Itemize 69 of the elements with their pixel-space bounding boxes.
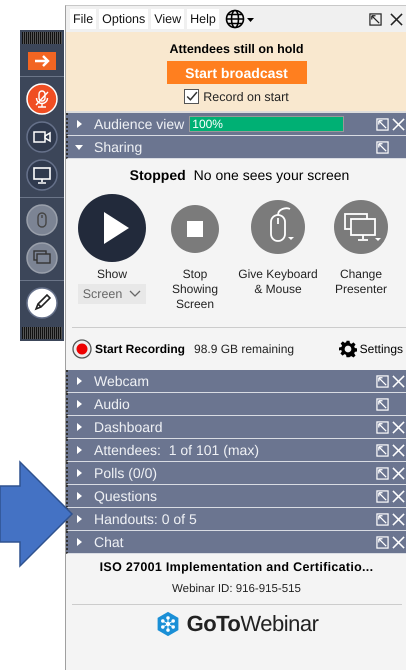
- screen-dropdown[interactable]: Screen: [78, 284, 146, 304]
- panel-header[interactable]: Audio: [66, 393, 406, 416]
- camera-icon[interactable]: [26, 121, 58, 153]
- settings-icon[interactable]: [338, 340, 357, 358]
- mouse-button[interactable]: [250, 199, 306, 255]
- menu-item[interactable]: Options: [99, 9, 148, 29]
- grip-icon[interactable]: [22, 32, 62, 44]
- storage-remaining: 98.9 GB remaining: [194, 342, 294, 356]
- globe-icon[interactable]: [224, 9, 255, 29]
- status-label: Stopped: [130, 167, 186, 183]
- record-button[interactable]: [72, 339, 92, 359]
- status-message: No one sees your screen: [194, 167, 350, 183]
- checkbox-label: Record on start: [203, 90, 289, 104]
- action-label: Stop Showing Screen: [170, 267, 220, 312]
- panel-header[interactable]: Polls (0/0): [66, 462, 406, 485]
- undock-icon[interactable]: [369, 12, 382, 26]
- panel-header[interactable]: Sharing: [66, 136, 406, 159]
- action-label: Give Keyboard & Mouse: [238, 267, 318, 297]
- panel-header[interactable]: Dashboard: [66, 416, 406, 439]
- product-logo: GoToWebinar: [186, 611, 318, 637]
- webinar-id: Webinar ID: 916-915-515: [172, 583, 301, 595]
- panel-title: Attendees: 1 of 101 (max): [94, 442, 259, 458]
- expand-icon[interactable]: [74, 119, 84, 129]
- muted-microphone-icon[interactable]: [26, 83, 58, 115]
- expand-icon[interactable]: [74, 514, 84, 524]
- menu-item[interactable]: File: [70, 9, 96, 29]
- panel-title: Dashboard: [94, 419, 162, 435]
- panel-title: Chat: [94, 534, 124, 550]
- panel-header[interactable]: Handouts: 0 of 5: [66, 508, 406, 531]
- chevron-down-icon[interactable]: [129, 290, 142, 298]
- close-icon[interactable]: [390, 12, 403, 26]
- panel-header[interactable]: Chat: [66, 531, 406, 554]
- panel-title: Audio: [94, 396, 130, 412]
- panel-title: Questions: [94, 488, 158, 504]
- expand-icon[interactable]: [74, 376, 84, 386]
- expand-icon[interactable]: [74, 491, 84, 501]
- start-broadcast-button[interactable]: Start broadcast: [166, 61, 306, 84]
- stop-button[interactable]: [170, 204, 220, 254]
- monitor-icon[interactable]: [26, 159, 58, 191]
- expand-icon[interactable]: [74, 537, 84, 547]
- checkbox[interactable]: [184, 89, 200, 104]
- hold-title: Attendees still on hold: [169, 42, 304, 56]
- expand-icon[interactable]: [74, 468, 84, 478]
- pen-icon[interactable]: [26, 287, 58, 319]
- grip-icon[interactable]: [22, 327, 62, 339]
- panel-header[interactable]: Questions: [66, 485, 406, 508]
- webinar-title: ISO 27001 Implementation and Certificatio...: [100, 560, 374, 574]
- action-label: Show: [96, 267, 128, 282]
- action-label: Change Presenter: [334, 267, 388, 297]
- panel-title: Webcam: [94, 373, 149, 389]
- panel-title: Sharing: [94, 139, 142, 155]
- expand-icon[interactable]: [74, 422, 84, 432]
- expand-icon[interactable]: [74, 142, 84, 152]
- panel-header[interactable]: Attendees: 1 of 101 (max): [66, 439, 406, 462]
- panel-header[interactable]: Webcam: [66, 370, 406, 393]
- panel-title: Audience view: [94, 116, 184, 132]
- expand-icon[interactable]: [74, 445, 84, 455]
- expand-icon[interactable]: [74, 399, 84, 409]
- menu-item[interactable]: View: [151, 9, 184, 29]
- presenter-button[interactable]: [333, 199, 389, 255]
- menu-item[interactable]: Help: [187, 9, 219, 29]
- panel-title: Handouts: 0 of 5: [94, 511, 197, 527]
- flower-logo-icon: [154, 611, 181, 637]
- settings-link[interactable]: Settings: [360, 342, 403, 356]
- play-button[interactable]: [77, 193, 147, 263]
- meter-reading: 100%: [192, 117, 223, 131]
- start-recording-link[interactable]: Start Recording: [95, 342, 186, 356]
- panel-header[interactable]: Audience view 100%: [66, 113, 406, 136]
- panel-title: Polls (0/0): [94, 465, 158, 481]
